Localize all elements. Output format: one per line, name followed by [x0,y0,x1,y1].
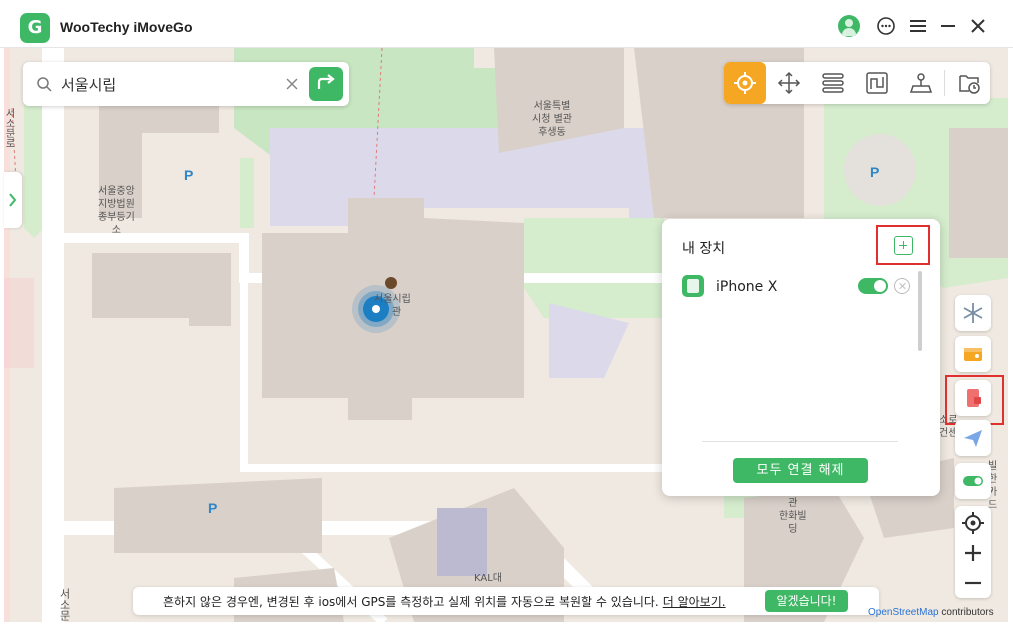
multi-spot-icon [822,73,844,93]
map-label-hanwha: 관 한화빌 딩 [779,498,807,535]
two-spot-button[interactable] [856,62,898,104]
jump-teleport-icon [909,73,933,93]
map-label-court: 서울중앙 지방법원 종부등기 소 [98,186,135,236]
device-row[interactable]: iPhone X [674,271,919,303]
highlight-box [945,375,1004,425]
minimize-icon[interactable] [937,15,959,37]
map-label-kal: KAL대 [474,573,502,584]
chat-icon[interactable] [875,15,897,37]
device-name: iPhone X [716,279,778,295]
parking-icon: P [184,167,194,183]
paper-plane-icon [964,430,982,447]
map-label-museum: 서울시립 [374,294,411,305]
wallet-button[interactable] [955,336,991,372]
app-title: WooTechy iMoveGo [60,19,193,35]
history-button[interactable] [948,62,990,104]
add-device-button[interactable] [876,225,930,265]
map-attribution: OpenStreetMap contributors [868,607,994,618]
locate-me-icon[interactable] [955,508,991,538]
account-avatar[interactable] [838,15,860,37]
map-label-museum-2: 관 [392,307,402,318]
add-icon [894,236,913,255]
map-label-street-2: 서소문로 [4,108,14,148]
notice-bar: 흔하지 않은 경우엔, 변경된 후 ios에서 GPS를 측정하고 실제 위치를… [133,587,879,615]
map-label-street: 서소문 [58,588,71,621]
device-panel: 내 장치 iPhone X 모두 연결 해제 [662,219,940,496]
chevron-right-icon [9,193,17,207]
zoom-controls [955,506,991,598]
search-input[interactable] [61,70,291,98]
phone-icon [682,275,704,297]
close-icon[interactable] [967,15,989,37]
mode-toolbar [724,62,990,104]
notice-message: 흔하지 않은 경우엔, 변경된 후 ios에서 GPS를 측정하고 실제 위치를… [163,595,659,609]
title-bar: WooTechy iMoveGo [0,0,1013,48]
wallet-icon [964,348,982,361]
divider [702,441,898,442]
zoom-out-icon[interactable] [955,568,991,598]
jump-teleport-button[interactable] [900,62,942,104]
toggle-mode-button[interactable] [955,463,991,499]
disconnect-all-button[interactable]: 모두 연결 해제 [733,458,868,483]
send-location-button[interactable] [955,420,991,456]
device-toggle[interactable] [858,278,888,294]
app-window: 서울중앙 지방법원 종부등기 소 서울특별 시청 별관 후생동 서울시립 관 관… [0,0,1013,626]
parking-icon: P [208,500,218,516]
map-label-annex: 서울특별 시청 별관 후생동 [532,101,572,138]
go-button[interactable] [309,67,343,101]
notice-text: 흔하지 않은 경우엔, 변경된 후 ios에서 GPS를 측정하고 실제 위치를… [163,593,726,610]
remove-device-icon[interactable] [894,278,910,294]
cooldown-timer-button[interactable] [955,295,991,331]
joystick-mode-button[interactable] [768,62,810,104]
teleport-mode-icon [734,72,756,94]
app-logo [20,13,50,43]
multi-spot-button[interactable] [812,62,854,104]
device-list-scrollbar[interactable] [918,271,922,351]
two-spot-icon [866,72,888,94]
parking-icon: P [870,164,880,180]
osm-link[interactable]: OpenStreetMap [868,607,939,618]
zoom-in-icon[interactable] [955,538,991,568]
device-panel-title: 내 장치 [682,241,726,257]
toolbar-divider [944,70,945,96]
snowflake-icon [963,303,983,323]
search-box [23,62,349,106]
sidebar-toggle[interactable] [4,172,22,228]
notice-ok-button[interactable]: 알겠습니다! [765,590,848,612]
search-icon [37,77,52,92]
learn-more-link[interactable]: 더 알아보기. [663,595,726,609]
toggle-icon [963,476,983,486]
joystick-mode-icon [777,71,801,95]
menu-icon[interactable] [907,15,929,37]
teleport-mode-button[interactable] [724,62,766,104]
go-arrow-icon [317,74,335,89]
attribution-suffix: contributors [938,607,994,618]
history-icon [959,75,980,94]
clear-search-icon[interactable] [285,77,299,91]
